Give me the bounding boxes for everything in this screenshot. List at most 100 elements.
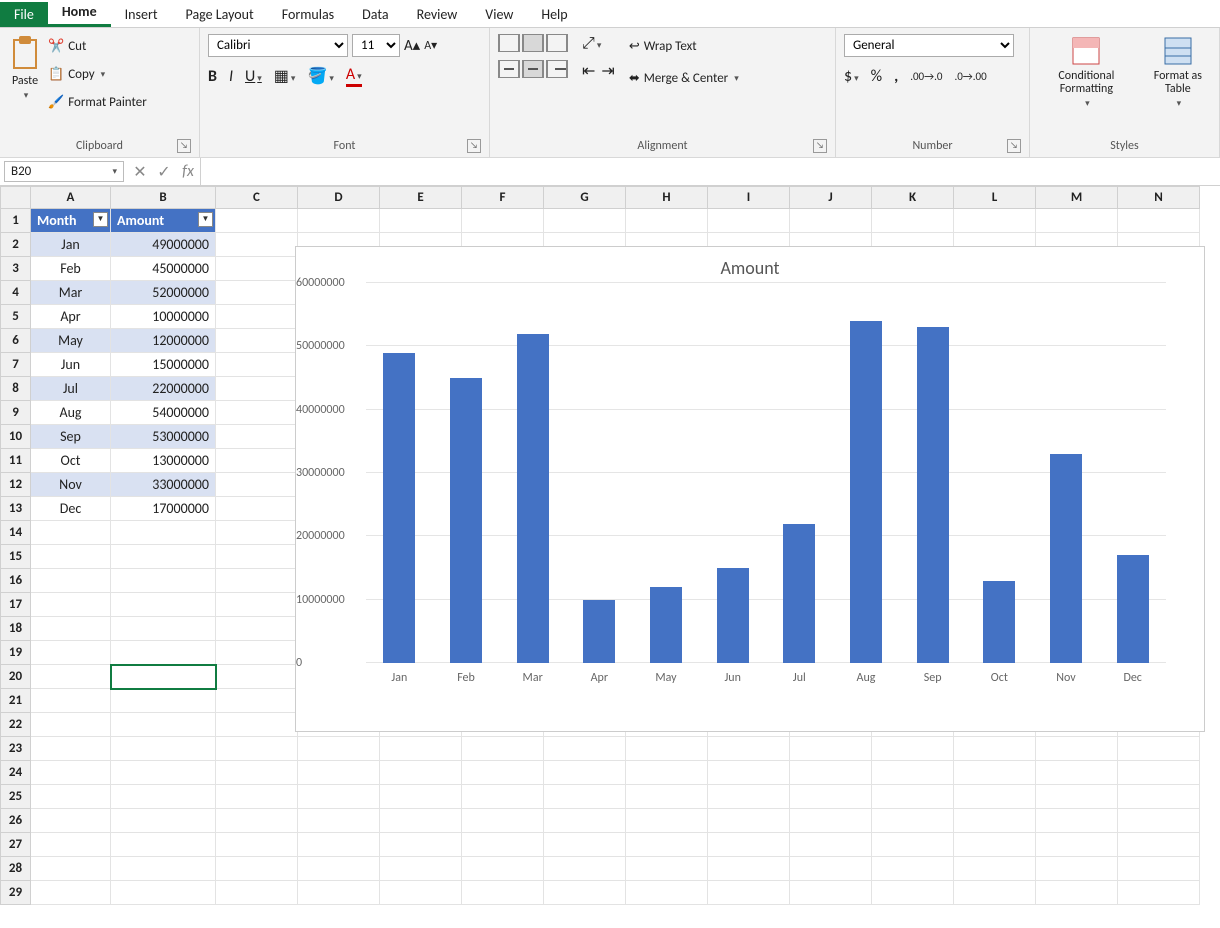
format-painter-button[interactable]: 🖌️ Format Painter (48, 90, 147, 114)
cell-A24[interactable] (31, 761, 111, 785)
cell-F27[interactable] (462, 833, 544, 857)
cell-F26[interactable] (462, 809, 544, 833)
cell-J29[interactable] (790, 881, 872, 905)
font-color-button[interactable]: A▾ (346, 65, 362, 87)
cell-B15[interactable] (111, 545, 216, 569)
cell-B19[interactable] (111, 641, 216, 665)
cell-B2[interactable]: 49000000 (111, 233, 216, 257)
cell-H28[interactable] (626, 857, 708, 881)
cell-A16[interactable] (31, 569, 111, 593)
cell-B17[interactable] (111, 593, 216, 617)
cell-C21[interactable] (216, 689, 298, 713)
cell-M26[interactable] (1036, 809, 1118, 833)
cell-M23[interactable] (1036, 737, 1118, 761)
cell-K29[interactable] (872, 881, 954, 905)
dialog-launcher-icon[interactable]: ↘ (813, 139, 827, 153)
worksheet[interactable]: ABCDEFGHIJKLMN1Month▼Amount▼2Jan49000000… (0, 186, 1220, 905)
embedded-chart[interactable]: Amount 010000000200000003000000040000000… (295, 246, 1205, 732)
cell-J26[interactable] (790, 809, 872, 833)
cell-B3[interactable]: 45000000 (111, 257, 216, 281)
cell-B11[interactable]: 13000000 (111, 449, 216, 473)
cell-B6[interactable]: 12000000 (111, 329, 216, 353)
chart-bar-Feb[interactable] (450, 378, 482, 663)
cell-A11[interactable]: Oct (31, 449, 111, 473)
row-header-26[interactable]: 26 (1, 809, 31, 833)
chart-bar-Aug[interactable] (850, 321, 882, 663)
cell-K1[interactable] (872, 209, 954, 233)
cell-C28[interactable] (216, 857, 298, 881)
cell-A12[interactable]: Nov (31, 473, 111, 497)
row-header-27[interactable]: 27 (1, 833, 31, 857)
cell-A8[interactable]: Jul (31, 377, 111, 401)
cell-G27[interactable] (544, 833, 626, 857)
cell-E23[interactable] (380, 737, 462, 761)
cell-A3[interactable]: Feb (31, 257, 111, 281)
cell-A26[interactable] (31, 809, 111, 833)
cell-C9[interactable] (216, 401, 298, 425)
row-header-25[interactable]: 25 (1, 785, 31, 809)
chart-bar-Jan[interactable] (383, 353, 415, 663)
cell-J25[interactable] (790, 785, 872, 809)
row-header-3[interactable]: 3 (1, 257, 31, 281)
cell-B1[interactable]: Amount▼ (111, 209, 216, 233)
row-header-23[interactable]: 23 (1, 737, 31, 761)
column-header-J[interactable]: J (790, 187, 872, 209)
cell-C22[interactable] (216, 713, 298, 737)
dialog-launcher-icon[interactable]: ↘ (1007, 139, 1021, 153)
cell-A13[interactable]: Dec (31, 497, 111, 521)
cell-E28[interactable] (380, 857, 462, 881)
cell-C13[interactable] (216, 497, 298, 521)
cell-C25[interactable] (216, 785, 298, 809)
cell-F29[interactable] (462, 881, 544, 905)
row-header-13[interactable]: 13 (1, 497, 31, 521)
column-header-F[interactable]: F (462, 187, 544, 209)
cell-C10[interactable] (216, 425, 298, 449)
cell-B13[interactable]: 17000000 (111, 497, 216, 521)
cell-C17[interactable] (216, 593, 298, 617)
cell-D29[interactable] (298, 881, 380, 905)
increase-indent-button[interactable]: ⇥ (601, 61, 614, 81)
row-header-19[interactable]: 19 (1, 641, 31, 665)
cell-A22[interactable] (31, 713, 111, 737)
cell-B7[interactable]: 15000000 (111, 353, 216, 377)
cell-C12[interactable] (216, 473, 298, 497)
tab-file[interactable]: File (0, 2, 48, 27)
cell-D23[interactable] (298, 737, 380, 761)
cell-A21[interactable] (31, 689, 111, 713)
cell-E24[interactable] (380, 761, 462, 785)
cell-A23[interactable] (31, 737, 111, 761)
cell-H25[interactable] (626, 785, 708, 809)
row-header-28[interactable]: 28 (1, 857, 31, 881)
cell-K24[interactable] (872, 761, 954, 785)
dialog-launcher-icon[interactable]: ↘ (467, 139, 481, 153)
cell-J1[interactable] (790, 209, 872, 233)
cell-E1[interactable] (380, 209, 462, 233)
cell-B25[interactable] (111, 785, 216, 809)
cell-A27[interactable] (31, 833, 111, 857)
row-header-6[interactable]: 6 (1, 329, 31, 353)
cell-A25[interactable] (31, 785, 111, 809)
row-header-4[interactable]: 4 (1, 281, 31, 305)
cell-C5[interactable] (216, 305, 298, 329)
cell-B21[interactable] (111, 689, 216, 713)
cell-D1[interactable] (298, 209, 380, 233)
merge-center-button[interactable]: ⬌ Merge & Center ▾ (629, 66, 739, 90)
cell-J27[interactable] (790, 833, 872, 857)
cell-B28[interactable] (111, 857, 216, 881)
cell-A5[interactable]: Apr (31, 305, 111, 329)
cell-I24[interactable] (708, 761, 790, 785)
cell-L23[interactable] (954, 737, 1036, 761)
cell-D26[interactable] (298, 809, 380, 833)
cell-M24[interactable] (1036, 761, 1118, 785)
cell-B22[interactable] (111, 713, 216, 737)
row-header-21[interactable]: 21 (1, 689, 31, 713)
borders-button[interactable]: ▦▾ (274, 66, 296, 86)
cell-B29[interactable] (111, 881, 216, 905)
cell-A10[interactable]: Sep (31, 425, 111, 449)
cell-I26[interactable] (708, 809, 790, 833)
cell-N1[interactable] (1118, 209, 1200, 233)
cell-G26[interactable] (544, 809, 626, 833)
paste-button[interactable]: Paste ▾ (8, 34, 42, 101)
cell-N29[interactable] (1118, 881, 1200, 905)
cell-M25[interactable] (1036, 785, 1118, 809)
